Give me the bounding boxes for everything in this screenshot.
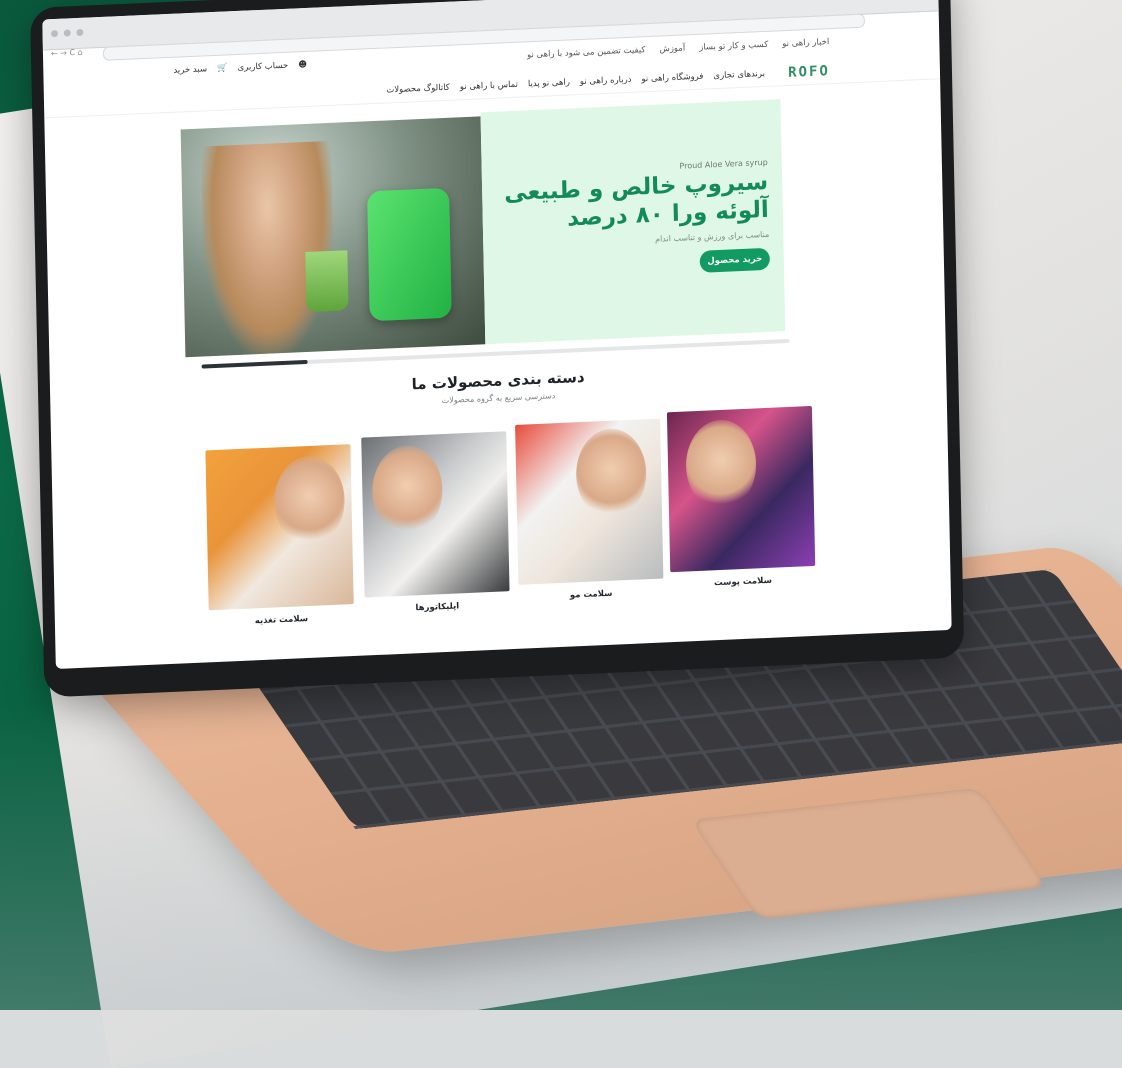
window-controls[interactable]: ● ● ● xyxy=(50,28,84,39)
nav-item-pedia[interactable]: راهی نو پدیا xyxy=(528,77,570,89)
nav-item-about[interactable]: درباره راهی نو xyxy=(580,75,632,87)
topbar-links: اخبار راهی نو کسب و کار تو بساز آموزش کی… xyxy=(527,37,829,60)
topbar-link-business[interactable]: کسب و کار تو بساز xyxy=(699,40,768,53)
model-photo xyxy=(685,418,757,512)
model-photo xyxy=(371,444,444,538)
category-card-nutrition[interactable] xyxy=(205,444,354,611)
nav-item-brands[interactable]: برندهای تجاری xyxy=(713,69,765,81)
main-nav-items: برندهای تجاری فروشگاه راهی نو درباره راه… xyxy=(386,69,765,96)
nav-item-store[interactable]: فروشگاه راهی نو xyxy=(641,72,703,85)
laptop-lid: ● ● ● ← → C ⌂ اخبار راهی نو کسب و کار تو… xyxy=(30,0,965,698)
user-icon: ☻ xyxy=(298,59,308,71)
model-photo xyxy=(273,454,346,548)
category-label-applicators[interactable]: اپلیکاتورها xyxy=(365,599,510,615)
cart-icon: 🛒 xyxy=(216,63,228,74)
category-label-skin[interactable]: سلامت پوست xyxy=(670,574,815,590)
green-drink-cup xyxy=(305,250,349,313)
model-photo xyxy=(575,427,648,521)
laptop-screen: ● ● ● ← → C ⌂ اخبار راهی نو کسب و کار تو… xyxy=(42,0,952,670)
hero-text-panel: Proud Aloe Vera syrup سیروپ خالص و طبیعی… xyxy=(480,99,786,345)
hero-slider: Proud Aloe Vera syrup سیروپ خالص و طبیعی… xyxy=(180,99,786,358)
site-logo[interactable]: ROFO xyxy=(788,63,830,81)
hero-woman-photo xyxy=(201,140,336,357)
browser-nav-buttons[interactable]: ← → C ⌂ xyxy=(51,48,83,58)
account-area: ☻ حساب کاربری 🛒 سبد خرید xyxy=(173,60,307,76)
account-link[interactable]: حساب کاربری xyxy=(238,61,289,73)
nav-item-catalog[interactable]: کاتالوگ محصولات xyxy=(386,83,450,96)
topbar-link-news[interactable]: اخبار راهی نو xyxy=(782,37,829,49)
category-cards: سلامت تغذیه اپلیکاتورها سلامت مو سلامت پ… xyxy=(205,405,819,632)
topbar-link-education[interactable]: آموزش xyxy=(659,43,685,54)
category-card-skin[interactable] xyxy=(666,405,816,573)
cart-link[interactable]: سبد خرید xyxy=(173,64,207,75)
hero-subtitle: مناسب برای ورزش و تناسب اندام xyxy=(654,229,770,244)
category-card-applicators[interactable] xyxy=(361,431,510,598)
hero-image xyxy=(180,116,486,358)
buy-product-button[interactable]: خرید محصول xyxy=(699,247,770,273)
slider-progress-fill xyxy=(201,359,308,369)
category-card-hair[interactable] xyxy=(515,418,664,585)
hero-title: سیروپ خالص و طبیعی آلوئه ورا ۸۰ درصد xyxy=(503,168,770,232)
nav-item-contact[interactable]: تماس با راهی نو xyxy=(460,80,518,93)
topbar-link-quality[interactable]: کیفیت تضمین می شود با راهی نو xyxy=(527,45,646,60)
aloe-bottle-image xyxy=(367,187,452,322)
category-label-hair[interactable]: سلامت مو xyxy=(519,586,664,602)
category-label-nutrition[interactable]: سلامت تغذیه xyxy=(209,612,354,628)
